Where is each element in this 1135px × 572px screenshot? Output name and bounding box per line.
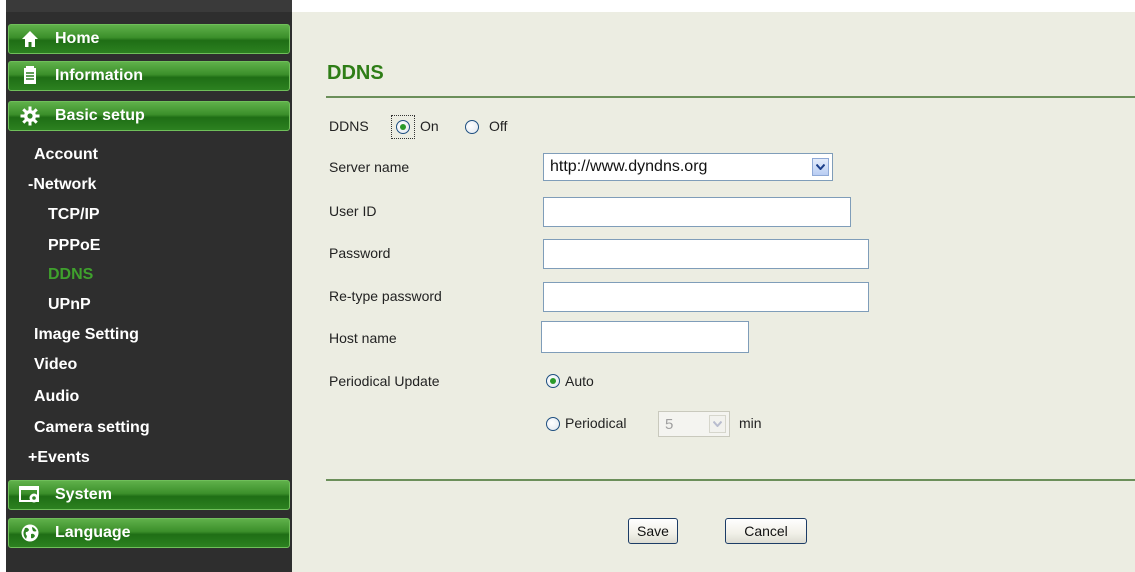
gear-icon [19, 105, 41, 127]
nav-item-network[interactable]: -Network [28, 176, 96, 194]
chevron-down-icon[interactable] [709, 415, 726, 433]
nav-item-ddns[interactable]: DDNS [48, 266, 93, 284]
form-divider [326, 479, 1135, 481]
nav-item-upnp[interactable]: UPnP [48, 296, 91, 314]
periodical-update-label: Periodical Update [329, 373, 440, 389]
chevron-down-icon[interactable] [812, 158, 829, 176]
ddns-on-label: On [420, 118, 439, 134]
window-gear-icon [19, 484, 41, 506]
nav-item-tcpip[interactable]: TCP/IP [48, 206, 100, 224]
page-title: DDNS [327, 62, 384, 84]
host-name-label: Host name [329, 330, 397, 346]
nav-information-button[interactable]: Information [8, 61, 290, 91]
nav-home-label: Home [55, 30, 100, 47]
globe-icon [19, 522, 41, 544]
document-icon [19, 65, 41, 87]
nav-system-label: System [55, 486, 112, 503]
ddns-on-radio[interactable] [396, 120, 410, 134]
nav-basic-setup-label: Basic setup [55, 107, 145, 124]
server-name-label: Server name [329, 159, 410, 175]
update-periodical-label: Periodical [565, 415, 627, 431]
nav-item-camera-setting[interactable]: Camera setting [34, 419, 150, 437]
nav-home-button[interactable]: Home [8, 24, 290, 54]
nav-item-video[interactable]: Video [34, 356, 77, 374]
password-input[interactable] [543, 239, 869, 269]
retype-password-label: Re-type password [329, 288, 442, 304]
sidebar: Home Information Basic setup Account -Ne… [6, 0, 292, 572]
update-periodical-radio[interactable] [546, 417, 560, 431]
nav-basic-setup-button[interactable]: Basic setup [8, 101, 290, 131]
save-button[interactable]: Save [628, 518, 678, 544]
update-interval-unit: min [739, 415, 762, 431]
server-name-select[interactable]: http://www.dyndns.org [543, 153, 833, 181]
update-auto-label: Auto [565, 373, 594, 389]
user-id-label: User ID [329, 203, 377, 219]
nav-item-image-setting[interactable]: Image Setting [34, 326, 139, 344]
home-icon [19, 28, 41, 50]
nav-language-label: Language [55, 524, 131, 541]
update-interval-select[interactable]: 5 [658, 411, 730, 437]
retype-password-input[interactable] [543, 282, 869, 312]
nav-item-account[interactable]: Account [34, 146, 98, 164]
nav-language-button[interactable]: Language [8, 518, 290, 548]
main-content: DDNS DDNS On Off Server name http://www.… [292, 12, 1135, 572]
cancel-button[interactable]: Cancel [725, 518, 807, 544]
update-auto-radio[interactable] [546, 374, 560, 388]
nav-system-button[interactable]: System [8, 480, 290, 510]
host-name-input[interactable] [541, 321, 749, 353]
ddns-off-label: Off [489, 118, 508, 134]
nav-item-audio[interactable]: Audio [34, 388, 79, 406]
update-interval-value: 5 [665, 415, 674, 433]
nav-item-events[interactable]: +Events [28, 449, 90, 467]
server-name-value: http://www.dyndns.org [550, 158, 708, 175]
ddns-label: DDNS [329, 118, 369, 134]
title-divider [326, 96, 1135, 98]
nav-item-pppoe[interactable]: PPPoE [48, 237, 100, 255]
password-label: Password [329, 245, 391, 261]
nav-information-label: Information [55, 67, 143, 84]
ddns-off-radio[interactable] [465, 120, 479, 134]
user-id-input[interactable] [543, 197, 851, 227]
